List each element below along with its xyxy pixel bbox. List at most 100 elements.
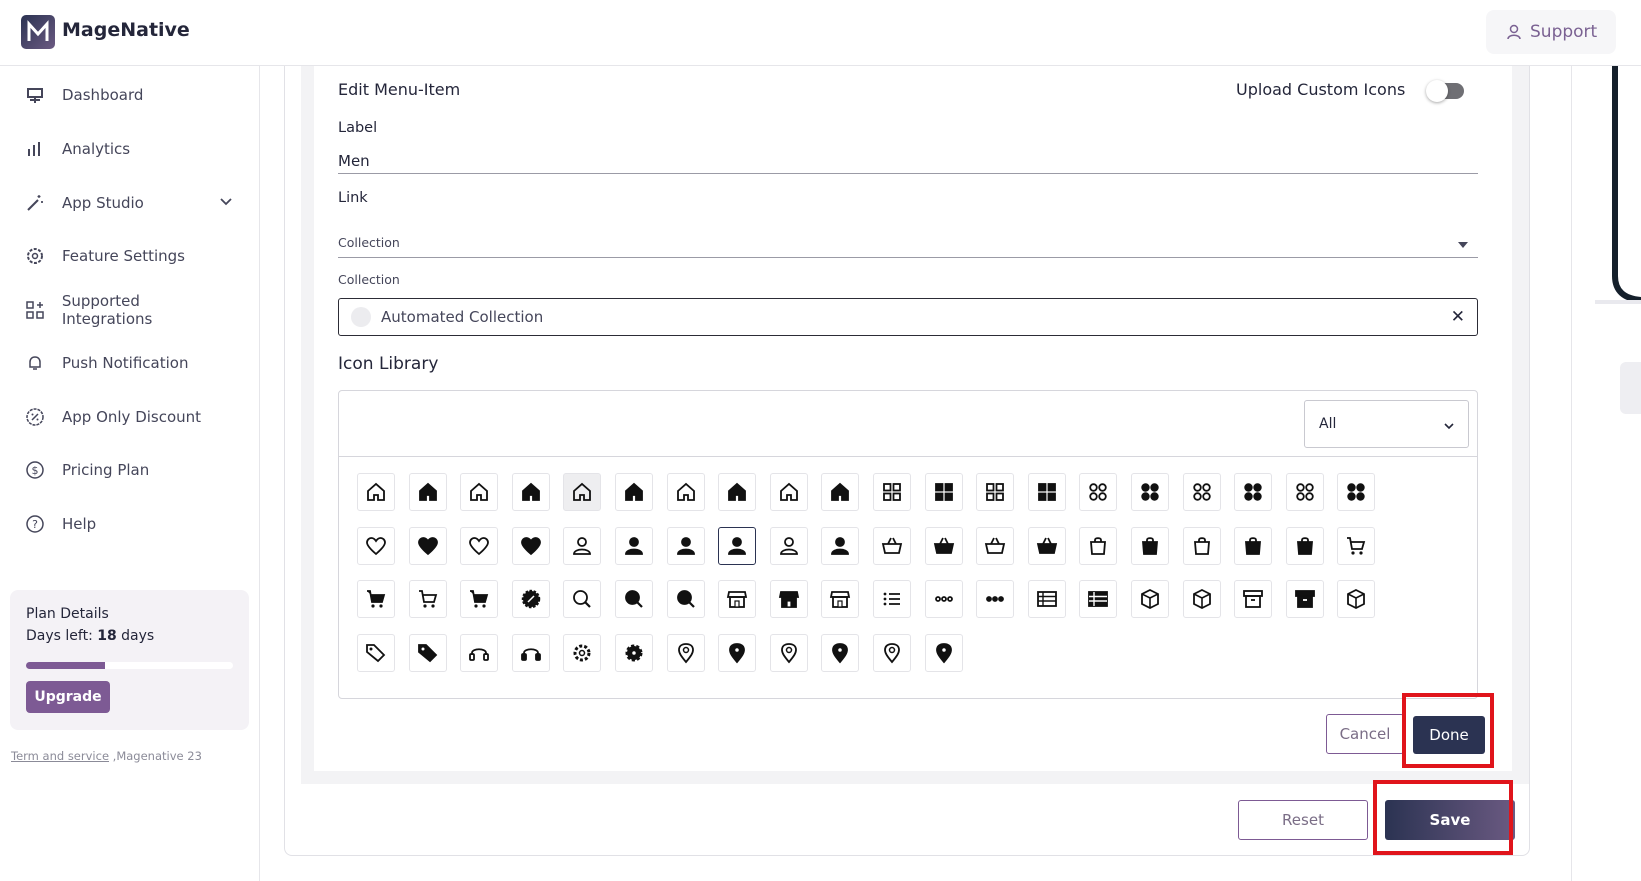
heart-filled-icon[interactable]	[408, 526, 447, 565]
store-outline-icon[interactable]	[718, 580, 757, 618]
store-outline-icon[interactable]	[821, 580, 860, 618]
sidebar-item-dashboard[interactable]: Dashboard	[24, 80, 234, 110]
sidebar-item-analytics[interactable]: Analytics	[24, 134, 234, 164]
box-outline-icon[interactable]	[1131, 580, 1169, 618]
pin-outline-icon[interactable]	[873, 633, 911, 672]
settings-outline-icon[interactable]	[563, 633, 602, 672]
support-button[interactable]: Support	[1486, 10, 1616, 54]
grid-outline-icon[interactable]	[873, 473, 911, 511]
svg-text:?: ?	[32, 518, 38, 531]
home-filled-icon[interactable]	[821, 473, 860, 511]
badge-icon[interactable]	[511, 580, 550, 618]
more-outline-icon[interactable]	[924, 580, 963, 618]
home-filled-icon[interactable]	[511, 473, 550, 511]
grid-outline-icon[interactable]	[976, 473, 1015, 511]
search-filled-icon[interactable]	[615, 580, 653, 618]
bag-outline-icon[interactable]	[1079, 526, 1118, 565]
sidebar-item-app-only-discount[interactable]: App Only Discount	[24, 402, 234, 432]
bag-filled-icon[interactable]	[1131, 526, 1169, 565]
home-outline-icon[interactable]	[769, 473, 808, 511]
grid-round-outline-icon[interactable]	[1182, 473, 1221, 511]
archive-outline-icon[interactable]	[1234, 580, 1273, 618]
sidebar-item-help[interactable]: ? Help	[24, 509, 234, 539]
user-filled-icon[interactable]	[666, 526, 705, 565]
grid-filled-icon[interactable]	[924, 473, 963, 511]
box-outline-icon[interactable]	[1337, 580, 1376, 618]
dollar-circle-icon: $	[24, 459, 46, 481]
user-outline-icon[interactable]	[563, 526, 602, 565]
heart-outline-icon[interactable]	[357, 526, 395, 565]
grid-round-filled-icon[interactable]	[1337, 473, 1376, 511]
sidebar-item-push-notification[interactable]: Push Notification	[24, 348, 234, 378]
grid-filled-icon[interactable]	[1027, 473, 1066, 511]
bag-outline-icon[interactable]	[1182, 526, 1221, 565]
cart-filled-icon[interactable]	[357, 580, 395, 618]
icon-filter-select[interactable]: All	[1304, 400, 1469, 448]
home-filled-icon[interactable]	[718, 473, 757, 511]
collection-thumbnail	[351, 307, 371, 327]
chevron-down-icon[interactable]	[218, 194, 234, 214]
pin-filled-icon[interactable]	[821, 633, 860, 672]
sidebar-item-app-studio[interactable]: App Studio	[24, 188, 234, 218]
preview-side-tab[interactable]	[1620, 362, 1641, 414]
pin-filled-icon[interactable]	[924, 633, 963, 672]
grid-round-outline-icon[interactable]	[1079, 473, 1118, 511]
reset-button[interactable]: Reset	[1238, 800, 1368, 840]
more-filled-icon[interactable]	[976, 580, 1015, 618]
cancel-button[interactable]: Cancel	[1326, 714, 1404, 754]
label-input[interactable]	[338, 148, 1478, 174]
home-filled-icon[interactable]	[408, 473, 447, 511]
home-filled-icon[interactable]	[615, 473, 653, 511]
list-filled-icon[interactable]	[1079, 580, 1118, 618]
home-outline-icon[interactable]	[666, 473, 705, 511]
heart-outline-icon[interactable]	[460, 526, 499, 565]
basket-filled-icon[interactable]	[1027, 526, 1066, 565]
cart-outline-icon[interactable]	[1337, 526, 1376, 565]
tag-outline-icon[interactable]	[357, 633, 395, 672]
sidebar-item-pricing-plan[interactable]: $ Pricing Plan	[24, 455, 234, 485]
home-outline-icon[interactable]	[460, 473, 499, 511]
archive-filled-icon[interactable]	[1285, 580, 1324, 618]
grid-round-filled-icon[interactable]	[1131, 473, 1169, 511]
home-outline-icon[interactable]	[563, 473, 602, 511]
collection-selector[interactable]: Automated Collection ✕	[338, 298, 1478, 336]
magenative-logo[interactable]	[21, 15, 55, 49]
search-outline-icon[interactable]	[563, 580, 602, 618]
bell-icon	[24, 352, 46, 374]
pin-filled-icon[interactable]	[718, 633, 757, 672]
sidebar-item-supported-integrations[interactable]: Supported Integrations	[24, 292, 234, 328]
user-filled-icon[interactable]	[615, 526, 653, 565]
settings-filled-icon[interactable]	[615, 633, 653, 672]
terms-link[interactable]: Term and service	[11, 749, 109, 763]
tag-filled-icon[interactable]	[408, 633, 447, 672]
user-filled-icon[interactable]	[821, 526, 860, 565]
list-outline-icon[interactable]	[1027, 580, 1066, 618]
headset-outline-icon[interactable]	[460, 633, 499, 672]
store-filled-icon[interactable]	[769, 580, 808, 618]
search-filled-icon[interactable]	[666, 580, 705, 618]
user-outline-icon[interactable]	[769, 526, 808, 565]
sidebar-item-feature-settings[interactable]: Feature Settings	[24, 241, 234, 271]
upgrade-button[interactable]: Upgrade	[26, 681, 110, 713]
home-outline-icon[interactable]	[357, 473, 395, 511]
clear-collection-icon[interactable]: ✕	[1451, 307, 1465, 327]
list-icon[interactable]	[873, 580, 911, 618]
headset-filled-icon[interactable]	[511, 633, 550, 672]
cart-filled-icon[interactable]	[460, 580, 499, 618]
svg-text:$: $	[32, 464, 39, 477]
cart-outline-icon[interactable]	[408, 580, 447, 618]
basket-outline-icon[interactable]	[873, 526, 911, 565]
upload-custom-icons-toggle[interactable]	[1426, 80, 1464, 102]
bag-filled-icon[interactable]	[1285, 526, 1324, 565]
grid-round-filled-icon[interactable]	[1234, 473, 1273, 511]
heart-filled-icon[interactable]	[511, 526, 550, 565]
basket-filled-icon[interactable]	[924, 526, 963, 565]
box-outline-icon[interactable]	[1182, 580, 1221, 618]
pin-outline-icon[interactable]	[769, 633, 808, 672]
bag-filled-icon[interactable]	[1234, 526, 1273, 565]
pin-outline-icon[interactable]	[666, 633, 705, 672]
user-filled-icon[interactable]	[718, 526, 757, 565]
grid-round-outline-icon[interactable]	[1285, 473, 1324, 511]
basket-outline-icon[interactable]	[976, 526, 1015, 565]
link-select[interactable]: Collection	[338, 232, 1478, 258]
